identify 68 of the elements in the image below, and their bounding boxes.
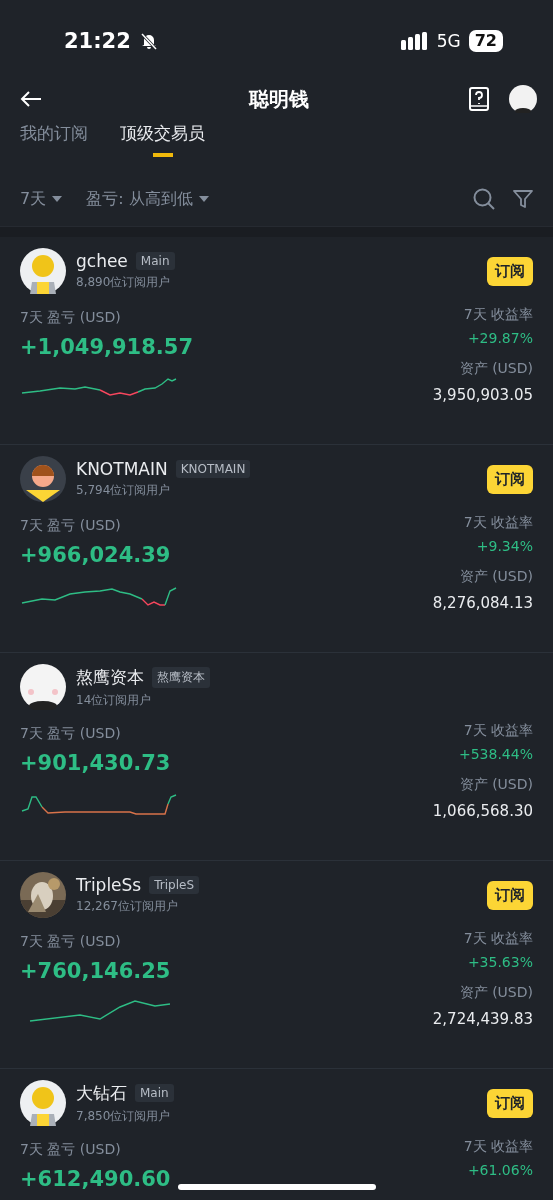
subscriber-count: 12,267位订阅用户 — [76, 898, 179, 915]
pnl-value: +612,490.60 — [20, 1167, 172, 1191]
subscribe-button[interactable]: 订阅 — [487, 465, 533, 494]
caret-icon — [52, 196, 63, 202]
search-icon[interactable] — [473, 188, 495, 210]
pnl-label: 7天 盈亏 (USD) — [20, 309, 122, 327]
trader-tag: Main — [135, 252, 175, 270]
tab[interactable]: 我的订阅 — [20, 122, 88, 158]
roi-label: 7天 收益率 — [463, 930, 533, 948]
profile-avatar-icon[interactable] — [509, 85, 537, 113]
subscriber-count: 8,890位订阅用户 — [76, 274, 172, 291]
battery-level: 72 — [468, 30, 503, 52]
network-type: 5G — [436, 31, 461, 51]
roi-value: +29.87% — [467, 330, 533, 346]
assets-label: 资产 (USD) — [459, 360, 533, 378]
assets-value: 2,724,439.83 — [432, 1010, 533, 1028]
subscribe-button[interactable]: 订阅 — [487, 1089, 533, 1118]
pnl-value: +1,049,918.57 — [20, 335, 194, 359]
avatar-icon — [20, 248, 66, 294]
muted-bell-icon — [138, 31, 159, 51]
signal-icon — [400, 32, 429, 50]
roi-value: +538.44% — [458, 746, 533, 762]
help-book-icon[interactable] — [469, 87, 489, 111]
pnl-label: 7天 盈亏 (USD) — [20, 517, 122, 535]
roi-value: +9.34% — [476, 538, 533, 554]
back-arrow-icon[interactable] — [20, 90, 42, 108]
avatar-icon — [20, 664, 66, 710]
subscribe-button[interactable]: 订阅 — [487, 881, 533, 910]
caret-icon — [198, 196, 209, 202]
status-time: 21:22 — [64, 29, 131, 53]
filter-icon[interactable] — [513, 189, 533, 209]
roi-value: +35.63% — [467, 954, 533, 970]
roi-label: 7天 收益率 — [463, 514, 533, 532]
assets-label: 资产 (USD) — [459, 568, 533, 586]
roi-label: 7天 收益率 — [463, 1138, 533, 1156]
trader-tag: 熬鹰资本 — [152, 666, 210, 688]
subscriber-count: 14位订阅用户 — [76, 691, 153, 709]
roi-label: 7天 收益率 — [463, 306, 533, 324]
pnl-label: 7天 盈亏 (USD) — [20, 725, 122, 743]
subscriber-count: 7,850位订阅用户 — [76, 1107, 172, 1125]
roi-label: 7天 收益率 — [463, 722, 533, 740]
tab[interactable]: 顶级交易员 — [120, 122, 205, 158]
avatar-icon — [20, 1080, 66, 1126]
trader-tag: KNOTMAIN — [175, 460, 251, 478]
pnl-value: +901,430.73 — [20, 751, 172, 775]
pnl-value: +760,146.25 — [20, 959, 172, 983]
trader-tag: Main — [135, 1084, 174, 1102]
trader-tag: TripleS — [149, 876, 200, 894]
roi-value: +61.06% — [467, 1162, 533, 1178]
subscribe-button[interactable]: 订阅 — [487, 257, 533, 286]
page-title: 聪明钱 — [248, 85, 309, 113]
trader-name: gchee — [76, 251, 128, 271]
assets-label: 资产 (USD) — [459, 776, 533, 794]
filter-dropdown[interactable]: 7天 — [20, 188, 63, 210]
assets-value: 8,276,084.13 — [432, 594, 533, 612]
assets-label: 资产 (USD) — [459, 984, 533, 1002]
subscriber-count: 5,794位订阅用户 — [76, 482, 172, 499]
pnl-label: 7天 盈亏 (USD) — [20, 933, 122, 951]
filter-dropdown[interactable]: 盈亏: 从高到低 — [86, 188, 209, 210]
assets-value: 3,950,903.05 — [432, 386, 533, 404]
trader-name: KNOTMAIN — [76, 459, 168, 479]
trader-name: TripleSs — [76, 875, 142, 895]
assets-value: 1,066,568.30 — [432, 802, 533, 820]
pnl-value: +966,024.39 — [20, 543, 172, 567]
trader-name: 大钻石 — [76, 1081, 127, 1105]
pnl-label: 7天 盈亏 (USD) — [20, 1141, 122, 1159]
avatar-icon — [20, 456, 66, 502]
trader-name: 熬鹰资本 — [76, 665, 144, 689]
